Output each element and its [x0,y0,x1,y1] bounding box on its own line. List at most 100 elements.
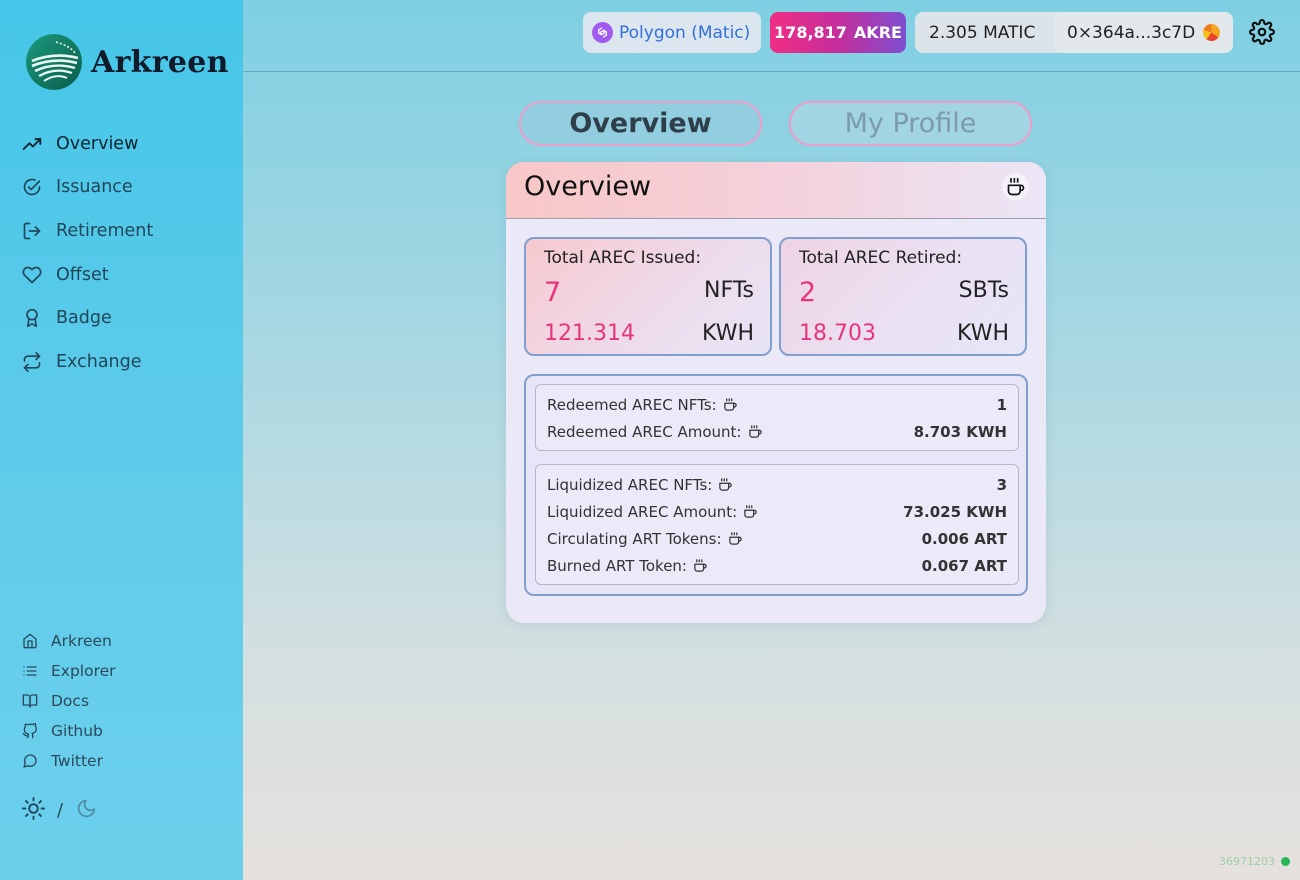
sidebar-item-overview[interactable]: Overview [0,122,243,166]
link-label: Docs [51,692,90,710]
polygon-icon [592,22,613,43]
liquidized-group: Liquidized AREC NFTs: 3 Liquidized AREC … [535,464,1019,585]
trending-up-icon [22,134,42,154]
list-item: Liquidized AREC NFTs: 3 [536,471,1018,498]
redeemed-group: Redeemed AREC NFTs: 1 Redeemed AREC Amou… [535,384,1019,451]
sidebar-item-exchange[interactable]: Exchange [0,340,243,384]
retired-title: Total AREC Retired: [799,248,963,268]
github-icon [22,723,38,739]
retired-count-unit: SBTs [958,278,1009,303]
coffee-icon[interactable] [723,397,738,412]
link-label: Explorer [51,662,116,680]
coffee-icon[interactable] [718,477,733,492]
row-value: 1 [996,395,1007,414]
book-open-icon [22,693,38,709]
link-label: Github [51,722,103,740]
detail-panel: Redeemed AREC NFTs: 1 Redeemed AREC Amou… [524,374,1028,596]
list-item: Circulating ART Tokens: 0.006 ART [536,525,1018,552]
sidebar-nav: Overview Issuance Retirement Offset Badg… [0,122,243,384]
top-bar: Polygon (Matic) 178,817 AKRE 2.305 MATIC … [243,0,1300,72]
issued-amount: 121.314 [544,321,635,346]
message-circle-icon [22,753,38,769]
matic-balance: 2.305 MATIC [929,22,1036,43]
network-label: Polygon (Matic) [619,22,751,43]
sun-icon[interactable] [22,797,46,824]
block-number: 36971203 [1219,855,1275,868]
block-number-indicator[interactable]: 36971203 [1219,855,1290,868]
row-value: 0.006 ART [921,529,1007,548]
row-label: Liquidized AREC Amount: [547,502,738,521]
total-retired-box: Total AREC Retired: 2 SBTs 18.703 KWH [779,237,1027,356]
sidebar-item-label: Overview [56,133,139,154]
sidebar-item-offset[interactable]: Offset [0,253,243,297]
sidebar-item-label: Issuance [56,177,133,198]
coffee-icon[interactable] [693,558,708,573]
avatar [1203,24,1221,41]
list-item: Redeemed AREC Amount: 8.703 KWH [536,418,1018,445]
link-explorer[interactable]: Explorer [0,656,243,686]
theme-separator: / [57,800,64,821]
row-label: Redeemed AREC NFTs: [547,395,717,414]
link-docs[interactable]: Docs [0,686,243,716]
akre-amount: 178,817 [774,23,847,42]
card-header: Overview [506,162,1046,219]
repeat-icon [22,351,42,372]
akre-balance-button[interactable]: 178,817 AKRE [770,12,906,53]
link-arkreen[interactable]: Arkreen [0,626,243,656]
logo[interactable]: Arkreen [26,34,229,90]
row-label: Burned ART Token: [547,556,687,575]
card-title: Overview [524,171,652,202]
total-issued-box: Total AREC Issued: 7 NFTs 121.314 KWH [524,237,772,356]
row-label: Liquidized AREC NFTs: [547,475,713,494]
sidebar: Arkreen Overview Issuance Retirement Off… [0,0,243,880]
row-label: Circulating ART Tokens: [547,529,722,548]
wallet-button[interactable]: 2.305 MATIC 0×364a...3c7D [915,12,1233,53]
row-value: 0.067 ART [921,556,1007,575]
link-label: Twitter [51,752,103,770]
tab-my-profile[interactable]: My Profile [789,101,1032,146]
akre-symbol: AKRE [853,23,902,42]
row-value: 73.025 KWH [903,502,1007,521]
link-github[interactable]: Github [0,716,243,746]
list-item: Redeemed AREC NFTs: 1 [536,391,1018,418]
wallet-address[interactable]: 0×364a...3c7D [1054,12,1233,53]
row-value: 8.703 KWH [913,422,1007,441]
sidebar-item-label: Retirement [56,220,154,241]
check-circle-icon [22,177,42,197]
log-out-icon [22,221,42,241]
list-item: Liquidized AREC Amount: 73.025 KWH [536,498,1018,525]
theme-toggle: / [22,797,97,824]
sidebar-item-label: Offset [56,264,109,285]
wallet-address-text: 0×364a...3c7D [1067,22,1196,43]
status-dot [1281,857,1290,866]
issued-title: Total AREC Issued: [544,248,702,268]
arkreen-logo-icon [26,34,82,90]
logo-text: Arkreen [91,44,229,80]
award-icon [22,308,42,328]
sidebar-item-label: Badge [56,308,112,329]
coffee-icon[interactable] [728,531,743,546]
sidebar-item-badge[interactable]: Badge [0,296,243,340]
coffee-icon[interactable] [748,424,763,439]
moon-icon[interactable] [76,798,97,823]
sidebar-item-label: Exchange [56,351,142,372]
sidebar-item-retirement[interactable]: Retirement [0,209,243,253]
link-twitter[interactable]: Twitter [0,746,243,776]
heart-icon [22,265,42,285]
retired-amount-unit: KWH [957,321,1009,346]
overview-card: Overview Total AREC Issued: 7 NFTs 121.3… [506,162,1046,623]
issued-count-unit: NFTs [704,278,754,303]
sidebar-item-issuance[interactable]: Issuance [0,166,243,210]
row-label: Redeemed AREC Amount: [547,422,742,441]
row-value: 3 [996,475,1007,494]
coffee-icon[interactable] [1002,173,1029,200]
network-selector[interactable]: Polygon (Matic) [583,12,761,53]
home-icon [22,633,38,649]
sidebar-links: Arkreen Explorer Docs Github Twitter [0,626,243,776]
tab-overview[interactable]: Overview [519,101,762,146]
link-label: Arkreen [51,632,112,650]
list-item: Burned ART Token: 0.067 ART [536,552,1018,579]
gear-icon[interactable] [1249,19,1275,45]
list-icon [22,663,38,679]
coffee-icon[interactable] [743,504,758,519]
